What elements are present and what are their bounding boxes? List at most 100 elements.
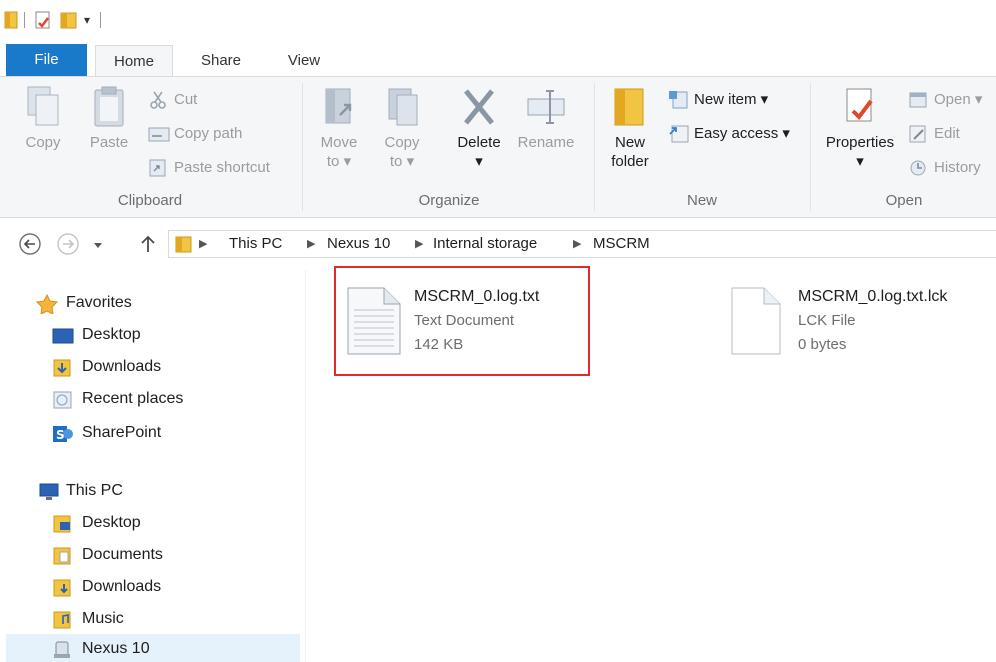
file-name: MSCRM_0.log.txt — [414, 288, 540, 305]
paste-shortcut-icon — [148, 158, 168, 187]
nav-favorites-downloads[interactable]: Downloads — [52, 352, 292, 382]
properties-button[interactable]: Properties ▾ — [818, 85, 902, 171]
copy-to-label-1: Copy — [384, 134, 420, 151]
nav-item-label: Downloads — [82, 358, 162, 375]
copy-icon — [27, 86, 59, 126]
breadcrumb-nexus-10[interactable]: Nexus 10 — [327, 235, 390, 252]
copy-path-icon — [148, 124, 170, 153]
rename-label: Rename — [517, 134, 575, 151]
nav-this-pc-downloads[interactable]: Downloads — [52, 572, 292, 602]
nav-this-pc-desktop[interactable]: Desktop — [52, 508, 292, 538]
folder-icon — [4, 10, 18, 30]
properties-icon[interactable] — [34, 10, 52, 30]
breadcrumb-internal-storage[interactable]: Internal storage — [433, 235, 537, 252]
tab-view[interactable]: View — [270, 45, 338, 76]
nav-item-label: Music — [82, 610, 124, 627]
up-button[interactable] — [138, 232, 158, 261]
easy-access-label: Easy access ▾ — [694, 125, 790, 142]
file-list: MSCRM_0.log.txt Text Document 142 KB MSC… — [306, 266, 996, 662]
forward-button[interactable] — [56, 232, 80, 261]
address-bar: ▶ This PC ▶ Nexus 10 ▶ Internal storage … — [0, 218, 996, 270]
easy-access-icon — [668, 124, 690, 153]
nav-this-pc-documents[interactable]: Documents — [52, 540, 292, 570]
ribbon: Copy Paste Cut Copy path Paste shortcut … — [0, 76, 996, 218]
rename-button[interactable]: Rename — [514, 85, 578, 152]
breadcrumb-separator[interactable]: ▶ — [573, 237, 581, 250]
nav-item-label: SharePoint — [82, 424, 162, 441]
organize-group-label: Organize — [418, 192, 480, 209]
file-name: MSCRM_0.log.txt.lck — [798, 288, 948, 305]
tab-file[interactable]: File — [6, 44, 87, 76]
delete-x-icon — [464, 89, 494, 125]
nav-this-pc-nexus-10[interactable]: Nexus 10 — [6, 634, 300, 662]
copy-button[interactable]: Copy — [18, 85, 68, 152]
new-group-label: New — [686, 192, 717, 209]
breadcrumb-separator[interactable]: ▶ — [307, 237, 315, 250]
paste-button[interactable]: Paste — [84, 85, 134, 152]
qat-separator — [24, 12, 25, 28]
navigation-pane: Favorites Desktop Downloads Recent place… — [0, 270, 306, 662]
new-folder-label-2: folder — [611, 153, 649, 170]
rename-icon — [527, 90, 565, 124]
new-folder-icon[interactable] — [60, 10, 78, 30]
nav-this-pc-music[interactable]: Music — [52, 604, 292, 634]
file-item[interactable]: MSCRM_0.log.txt Text Document 142 KB — [334, 266, 594, 376]
ribbon-tabs: File Home Share View — [0, 36, 996, 76]
paste-icon — [94, 86, 124, 127]
edit-icon — [908, 124, 930, 153]
copy-to-button[interactable]: Copy to ▾ — [376, 85, 428, 171]
nav-item-label: Documents — [82, 546, 163, 563]
nav-favorites-desktop[interactable]: Desktop — [52, 320, 292, 350]
history-label: History — [934, 159, 981, 176]
nav-this-pc[interactable]: This PC — [36, 476, 296, 506]
delete-button[interactable]: Delete ▾ — [452, 85, 506, 171]
file-item[interactable]: MSCRM_0.log.txt.lck LCK File 0 bytes — [718, 270, 988, 370]
qat-separator — [100, 12, 101, 28]
recent-places-icon — [52, 390, 74, 421]
group-separator — [594, 83, 595, 211]
nav-item-label: Desktop — [82, 326, 141, 343]
paste-shortcut-label: Paste shortcut — [174, 159, 270, 176]
nav-favorites-sharepoint[interactable]: S SharePoint — [52, 418, 292, 448]
svg-text:S: S — [56, 428, 65, 442]
nav-item-label: Recent places — [82, 390, 184, 407]
copy-path-label: Copy path — [174, 125, 243, 142]
chevron-down-icon — [94, 243, 102, 248]
open-group-label: Open — [885, 192, 923, 209]
nav-favorites[interactable]: Favorites — [35, 288, 296, 318]
nav-favorites-recent-places[interactable]: Recent places — [52, 384, 292, 414]
customize-qat-dropdown[interactable]: ▾ — [84, 10, 90, 30]
forward-arrow-icon — [57, 233, 79, 255]
blank-file-icon — [731, 287, 781, 355]
group-separator — [302, 83, 303, 211]
recent-locations-dropdown[interactable] — [92, 238, 104, 256]
breadcrumb-separator[interactable]: ▶ — [415, 237, 423, 250]
scissors-icon — [148, 90, 168, 119]
text-document-icon — [347, 287, 401, 355]
copy-to-label-2: to — [389, 153, 403, 170]
sharepoint-icon: S — [52, 424, 74, 455]
title-bar: ▾ — [0, 0, 996, 36]
clipboard-group-label: Clipboard — [117, 192, 183, 209]
back-arrow-icon — [19, 233, 41, 255]
nav-this-pc-label: This PC — [66, 482, 123, 499]
open-icon — [908, 90, 930, 119]
breadcrumb-this-pc[interactable]: This PC — [229, 235, 282, 252]
paste-label: Paste — [89, 134, 129, 151]
nav-item-label: Downloads — [82, 578, 162, 595]
address-field[interactable]: ▶ This PC ▶ Nexus 10 ▶ Internal storage … — [168, 230, 996, 258]
edit-label: Edit — [934, 125, 960, 142]
new-folder-button[interactable]: New folder — [604, 85, 656, 171]
tab-share[interactable]: Share — [185, 45, 257, 76]
breadcrumb-mscrm[interactable]: MSCRM — [593, 235, 650, 252]
nav-item-label: Nexus 10 — [82, 640, 150, 657]
back-button[interactable] — [18, 232, 42, 261]
properties-label: Properties — [825, 134, 895, 151]
file-size: 0 bytes — [798, 336, 847, 353]
copy-to-icon — [388, 88, 418, 126]
move-to-icon — [325, 88, 352, 124]
nav-favorites-label: Favorites — [66, 294, 132, 311]
move-to-button[interactable]: Move to ▾ — [314, 85, 364, 171]
move-to-label-1: Move — [320, 134, 358, 151]
tab-home[interactable]: Home — [95, 45, 173, 76]
